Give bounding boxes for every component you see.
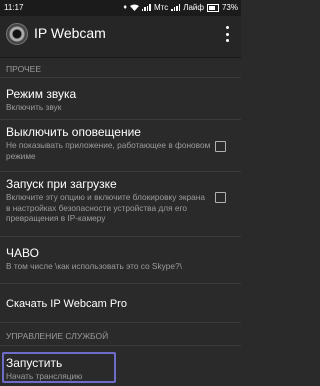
battery-percent: 73% bbox=[221, 3, 238, 12]
overflow-menu-icon[interactable] bbox=[226, 26, 230, 42]
run-on-boot-item[interactable]: Запуск при загрузке Включите эту опцию и… bbox=[0, 173, 241, 237]
sound-mode-title: Режим звука bbox=[6, 87, 77, 101]
faq-item[interactable]: ЧАВО В том числе \как использовать это с… bbox=[0, 242, 241, 284]
app-bar: IP Webcam bbox=[0, 16, 241, 58]
disable-notification-item[interactable]: Выключить оповещение Не показывать прило… bbox=[0, 121, 241, 172]
faq-title: ЧАВО bbox=[6, 246, 39, 260]
disable-notification-title: Выключить оповещение bbox=[6, 125, 141, 139]
app-title: IP Webcam bbox=[34, 25, 106, 41]
carrier-2-label: Лайф bbox=[183, 3, 204, 12]
section-header-other: ПРОЧЕЕ bbox=[0, 62, 241, 78]
sound-mode-item[interactable]: Режим звука Включить звук bbox=[0, 83, 241, 120]
section-header-service: УПРАВЛЕНИЕ СЛУЖБОЙ bbox=[0, 329, 241, 346]
ip-webcam-logo-icon bbox=[6, 23, 28, 45]
run-on-boot-subtitle: Включите эту опцию и включите блокировку… bbox=[6, 192, 205, 223]
run-on-boot-title: Запуск при загрузке bbox=[6, 177, 117, 191]
faq-subtitle: В том числе \как использовать это со Sky… bbox=[6, 261, 182, 271]
status-bar: 11:17 ♦ Mтс Лайф 73% bbox=[0, 0, 241, 16]
run-on-boot-checkbox[interactable] bbox=[215, 192, 226, 203]
download-pro-item[interactable]: Скачать IP Webcam Pro bbox=[0, 285, 241, 323]
signal-icon-2 bbox=[171, 4, 181, 11]
start-highlight-frame bbox=[2, 352, 116, 383]
carrier-1-label: Mтс bbox=[153, 3, 169, 12]
download-pro-title: Скачать IP Webcam Pro bbox=[6, 298, 127, 310]
wifi-icon bbox=[129, 4, 139, 11]
disable-notification-checkbox[interactable] bbox=[215, 141, 226, 152]
status-time: 11:17 bbox=[4, 3, 24, 12]
notification-icon: ♦ bbox=[123, 4, 127, 11]
section-header-other-label: ПРОЧЕЕ bbox=[6, 64, 42, 74]
disable-notification-subtitle: Не показывать приложение, работающее в ф… bbox=[6, 140, 211, 161]
signal-icon-1 bbox=[141, 4, 151, 11]
battery-icon bbox=[206, 3, 219, 12]
section-header-service-label: УПРАВЛЕНИЕ СЛУЖБОЙ bbox=[6, 331, 109, 341]
status-icons: ♦ Mтс Лайф 73% bbox=[123, 3, 238, 12]
sound-mode-subtitle: Включить звук bbox=[6, 102, 62, 112]
